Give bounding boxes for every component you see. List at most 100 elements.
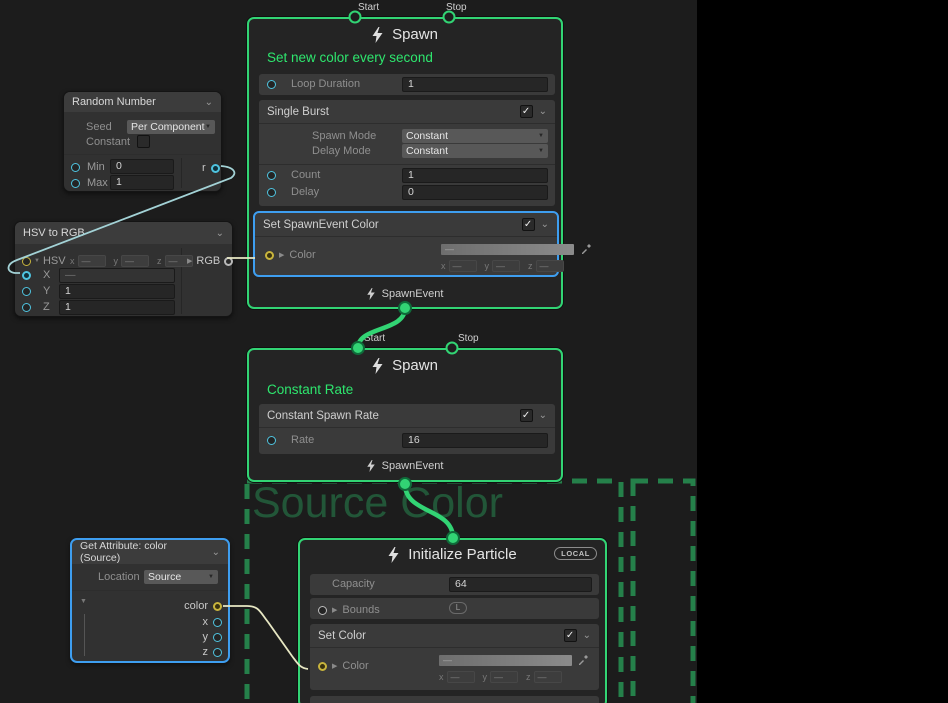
x-input-port[interactable] (22, 271, 31, 280)
collapse-triangle-icon[interactable]: ▼ (34, 258, 40, 264)
color-x-field[interactable]: — (449, 260, 477, 272)
spawn1-title-row: Spawn (249, 26, 561, 43)
init-color-y-field[interactable]: — (490, 671, 518, 683)
dropdown-arrow-icon: ▼ (538, 133, 544, 139)
z-input-label: Z (43, 301, 50, 313)
color-output-label: color (184, 600, 208, 612)
hsv-input-label: HSV (43, 255, 66, 267)
r-output-port[interactable] (211, 164, 220, 173)
z-output-port[interactable] (213, 648, 222, 657)
constant-spawn-rate-collapse-icon[interactable]: ⌄ (539, 410, 547, 421)
y-input-field[interactable]: 1 (59, 284, 175, 299)
hsv-y-field[interactable]: — (121, 255, 149, 267)
rgb-output-port[interactable] (224, 257, 233, 266)
rate-label: Rate (291, 434, 314, 446)
single-burst-block[interactable]: Single Burst ✓ ⌄ Spawn Mode Constant▼ De… (259, 100, 555, 206)
max-port[interactable] (71, 179, 80, 188)
init-color-z-field[interactable]: — (534, 671, 562, 683)
delay-mode-dropdown[interactable]: Constant▼ (402, 144, 548, 158)
loop-duration-field[interactable]: 1 (402, 77, 548, 92)
color-y-field[interactable]: — (492, 260, 520, 272)
constant-spawn-rate-block[interactable]: Constant Spawn Rate ✓ ⌄ Rate 16 (259, 404, 555, 454)
z-input-field[interactable]: 1 (59, 300, 175, 315)
count-port[interactable] (267, 171, 276, 180)
y-input-port[interactable] (22, 287, 31, 296)
set-color-title: Set Color (318, 630, 366, 642)
hsv-input-port[interactable] (22, 257, 31, 266)
set-spawnevent-color-collapse-icon[interactable]: ⌄ (541, 219, 549, 230)
single-burst-title: Single Burst (267, 106, 329, 118)
constant-spawn-rate-checkbox[interactable]: ✓ (520, 409, 533, 422)
lightning-icon (367, 288, 375, 300)
y-output-label: y (203, 631, 209, 643)
count-field[interactable]: 1 (402, 168, 548, 183)
delay-mode-label: Delay Mode (312, 145, 371, 157)
expand-right-icon[interactable]: ▶ (332, 606, 337, 614)
spawnevent-color-label: Color (289, 249, 315, 261)
delay-port[interactable] (267, 188, 276, 197)
expand-right-icon[interactable]: ▶ (187, 257, 192, 265)
spawnevent-color-port[interactable] (265, 251, 274, 260)
hsv-xyz-row: x— y— z— (70, 255, 193, 267)
eyedropper-icon[interactable] (581, 243, 592, 254)
set-spawnevent-color-block[interactable]: Set SpawnEvent Color ✓ ⌄ ▶ Color — x— y—… (253, 211, 559, 277)
count-label: Count (291, 169, 320, 181)
get-attribute-node[interactable]: Get Attribute: color (Source) ⌄ Location… (70, 538, 230, 663)
spawn-mode-label: Spawn Mode (312, 130, 376, 142)
set-spawnevent-color-checkbox[interactable]: ✓ (522, 218, 535, 231)
single-burst-collapse-icon[interactable]: ⌄ (539, 106, 547, 117)
y-output-port[interactable] (213, 633, 222, 642)
get-attribute-collapse-icon[interactable]: ⌄ (212, 547, 220, 558)
random-number-collapse-icon[interactable]: ⌄ (205, 97, 213, 108)
min-port[interactable] (71, 163, 80, 172)
seed-dropdown[interactable]: Per Component▼ (127, 120, 215, 134)
bounds-port[interactable] (318, 606, 327, 615)
x-output-port[interactable] (213, 618, 222, 627)
eyedropper-icon[interactable] (578, 654, 589, 665)
graph-canvas[interactable]: Source Color Start Stop Start Stop Spawn… (0, 0, 697, 703)
initialize-particle-context[interactable]: Initialize Particle LOCAL Capacity 64 ▶ … (298, 538, 607, 703)
delay-label: Delay (291, 186, 319, 198)
set-color-collapse-icon[interactable]: ⌄ (583, 630, 591, 641)
spawn-context-1[interactable]: Spawn Set new color every second Loop Du… (247, 17, 563, 309)
max-field[interactable]: 1 (110, 175, 174, 190)
constant-checkbox[interactable] (137, 135, 150, 148)
dropdown-arrow-icon: ▼ (208, 574, 214, 580)
color-xyz-row: x— y— z— (441, 260, 564, 272)
x-input-field[interactable]: — (59, 268, 175, 283)
z-input-port[interactable] (22, 303, 31, 312)
hsv-to-rgb-node[interactable]: HSV to RGB ⌄ ▼ HSV x— y— z— X — Y 1 Z 1 … (14, 221, 233, 317)
init-color-gradient-field[interactable]: — (439, 655, 572, 666)
capacity-label: Capacity (332, 578, 375, 590)
rate-field[interactable]: 16 (402, 433, 548, 448)
expand-right-icon[interactable]: ▶ (332, 662, 337, 670)
init-color-port[interactable] (318, 662, 327, 671)
next-block-partial (310, 696, 599, 703)
capacity-field[interactable]: 64 (449, 577, 592, 592)
hsv-to-rgb-collapse-icon[interactable]: ⌄ (216, 228, 224, 239)
constant-spawn-rate-title: Constant Spawn Rate (267, 410, 379, 422)
spawn1-stop-label: Stop (446, 2, 467, 13)
color-gradient-field[interactable]: — (441, 244, 574, 255)
seed-label: Seed (86, 121, 112, 133)
location-dropdown[interactable]: Source▼ (144, 570, 218, 584)
delay-field[interactable]: 0 (402, 185, 548, 200)
rgb-output-label: RGB (196, 255, 220, 267)
hsv-x-field[interactable]: — (78, 255, 106, 267)
set-color-checkbox[interactable]: ✓ (564, 629, 577, 642)
random-number-node[interactable]: Random Number ⌄ Seed Per Component▼ Cons… (63, 91, 222, 192)
expand-down-icon[interactable]: ▼ (80, 598, 87, 605)
color-output-port[interactable] (213, 602, 222, 611)
expand-right-icon[interactable]: ▶ (279, 251, 284, 259)
bounds-lock-badge: L (449, 602, 467, 614)
init-color-x-field[interactable]: — (447, 671, 475, 683)
color-z-field[interactable]: — (536, 260, 564, 272)
spawn-context-2[interactable]: Spawn Constant Rate Constant Spawn Rate … (247, 348, 563, 482)
spawn-mode-dropdown[interactable]: Constant▼ (402, 129, 548, 143)
loop-duration-port[interactable] (267, 80, 276, 89)
set-color-block[interactable]: Set Color ✓ ⌄ ▶ Color — x— y— z— (310, 624, 599, 690)
rate-port[interactable] (267, 436, 276, 445)
min-field[interactable]: 0 (110, 159, 174, 174)
spawn1-footer: SpawnEvent (249, 288, 561, 300)
single-burst-checkbox[interactable]: ✓ (520, 105, 533, 118)
